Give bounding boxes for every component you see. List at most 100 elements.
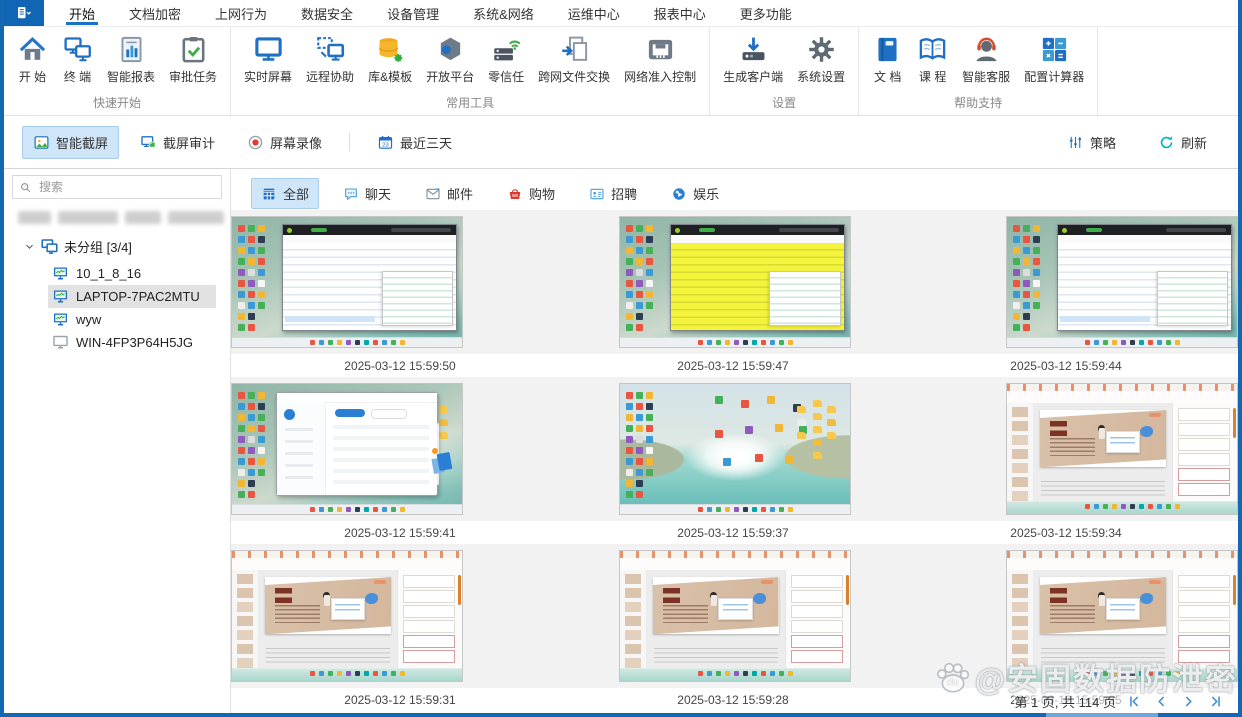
file-manager-window (670, 224, 845, 331)
card-text-lines (335, 604, 360, 614)
primary-button (335, 409, 365, 417)
ribbon-button[interactable]: 库&模板 (361, 30, 419, 85)
horizontal-scrollbar-thumb[interactable] (1046, 713, 1158, 717)
ribbon-button[interactable]: 终 端 (55, 30, 100, 85)
menu-item[interactable]: 报表中心 (637, 0, 723, 26)
slide-card (331, 598, 366, 621)
previous-page-button[interactable] (1153, 693, 1170, 710)
menu-item[interactable]: 文档加密 (112, 0, 198, 26)
ribbon-button[interactable]: 跨网文件交换 (531, 30, 617, 85)
menu-item[interactable]: 上网行为 (198, 0, 284, 26)
screenshot-thumbnail[interactable] (1006, 383, 1238, 515)
terminal-tree-item[interactable]: 10_1_8_16 (48, 262, 216, 285)
slide-thumbnail-pane (620, 570, 647, 669)
screenshot-thumbnail[interactable] (619, 216, 851, 348)
terminal-tree-item[interactable]: LAPTOP-7PAC2MTU (48, 285, 216, 308)
ribbon-button-label: 网络准入控制 (624, 68, 696, 85)
app-logo-dot (675, 228, 680, 233)
ribbon-button[interactable]: 审批任务 (162, 30, 224, 85)
ribbon-button-label: 审批任务 (169, 68, 217, 85)
toolbar-button[interactable]: 智能截屏 (22, 126, 119, 159)
menu-item[interactable]: 设备管理 (370, 0, 456, 26)
redacted-tree-root[interactable] (18, 211, 224, 224)
toolbar-button[interactable]: 屏幕录像 (236, 126, 333, 159)
ribbon-button[interactable]: 实时屏幕 (237, 30, 299, 85)
slide-title (1050, 421, 1067, 436)
app-menu-button[interactable] (4, 0, 44, 26)
terminals-icon (62, 34, 93, 65)
screenshot-thumbnail[interactable] (619, 550, 851, 682)
ribbon-button[interactable]: 智能报表 (100, 30, 162, 85)
toolbar-button-label: 刷新 (1181, 133, 1207, 152)
toolbar-button[interactable]: 截屏审计 (129, 126, 226, 159)
filter-button[interactable]: 全部 (251, 178, 319, 209)
toolbar-button[interactable]: 刷新 (1147, 126, 1218, 159)
menu-item[interactable]: 数据安全 (284, 0, 370, 26)
notes-text (654, 648, 778, 664)
toolbar-button-label: 智能截屏 (56, 133, 108, 152)
search-input[interactable] (37, 179, 215, 195)
gear-icon (806, 34, 837, 65)
ribbon-button[interactable]: 开 始 (10, 30, 55, 85)
first-page-button[interactable] (1126, 693, 1143, 710)
filter-button[interactable]: 购物 (497, 178, 565, 209)
ribbon-button[interactable]: 系统设置 (790, 30, 852, 85)
sidebar: 未分组 [3/4] 10_1_8_16 LAPTOP-7PAC2MTUwyw WIN… (4, 168, 231, 713)
terminal-tree-item[interactable]: wyw (48, 308, 216, 331)
ribbon-button[interactable]: 开放平台 (419, 30, 481, 85)
ribbon-button[interactable]: 智能客服 (955, 30, 1017, 85)
terminal-group-icon (40, 237, 59, 256)
toolbar-button-label: 策略 (1090, 133, 1116, 152)
filter-button[interactable]: 聊天 (333, 178, 401, 209)
ribbon-button[interactable]: 课 程 (910, 30, 955, 85)
terminal-name: 10_1_8_16 (76, 266, 141, 281)
toolbar-button[interactable]: 策略 (1056, 126, 1127, 159)
taskbar-icons (1085, 671, 1090, 676)
taskbar-icons (310, 340, 315, 345)
terminal-name: WIN-4FP3P64H5JG (76, 335, 193, 350)
scrollbar-thumb (458, 575, 461, 605)
slide-body-text (1050, 605, 1095, 626)
menu-item[interactable]: 系统&网络 (456, 0, 551, 26)
ribbon-button[interactable]: 配置计算器 (1017, 30, 1091, 85)
filter-button[interactable]: 招聘 (579, 178, 647, 209)
screenshot-thumbnail[interactable] (1006, 550, 1238, 682)
desktop-icons (626, 225, 633, 232)
slide-canvas (1033, 570, 1173, 669)
ribbon-button[interactable]: 文 档 (865, 30, 910, 85)
card-text-lines (723, 604, 748, 614)
terminal-tree-item[interactable]: WIN-4FP3P64H5JG (48, 331, 216, 354)
tree-group-ungrouped[interactable]: 未分组 [3/4] (4, 230, 230, 262)
titlebar-text (779, 228, 839, 232)
search-icon (19, 181, 32, 194)
pagination: 第 1 页, 共 114 页 (1014, 692, 1224, 711)
screenshot-thumbnail[interactable] (231, 383, 463, 515)
slide-logo (1149, 413, 1161, 417)
menu-item[interactable]: 运维中心 (551, 0, 637, 26)
filter-button[interactable]: 邮件 (415, 178, 483, 209)
screenshot-thumbnail[interactable] (619, 383, 851, 515)
timestamp-row: 2025-03-12 15:59:502025-03-12 15:59:4720… (231, 354, 1238, 377)
toolbar-button-label: 最近三天 (400, 133, 452, 152)
screenshot-thumbnail[interactable] (1006, 216, 1238, 348)
taskbar-icons (310, 671, 315, 676)
detail-card (437, 423, 439, 485)
slide-title (663, 588, 680, 603)
ribbon-button-label: 库&模板 (368, 68, 412, 85)
ribbon-button[interactable]: 远程协助 (299, 30, 361, 85)
menu-item[interactable]: 更多功能 (723, 0, 809, 26)
screenshot-thumbnail[interactable] (231, 216, 463, 348)
next-page-button[interactable] (1180, 693, 1197, 710)
taskbar-icons (698, 507, 703, 512)
ribbon-button-label: 终 端 (64, 68, 91, 85)
thumbnail-timestamp: 2025-03-12 15:59:37 (617, 526, 849, 540)
filter-button[interactable]: 娱乐 (661, 178, 729, 209)
cartoon-figure-body (711, 595, 717, 606)
ribbon-button[interactable]: 网络准入控制 (617, 30, 703, 85)
toolbar-button[interactable]: 23最近三天 (366, 126, 463, 159)
ribbon-button[interactable]: 生成客户端 (716, 30, 790, 85)
menu-item[interactable]: 开始 (52, 0, 112, 26)
screenshot-thumbnail[interactable] (231, 550, 463, 682)
last-page-button[interactable] (1207, 693, 1224, 710)
ribbon-button[interactable]: 零信任 (481, 30, 531, 85)
